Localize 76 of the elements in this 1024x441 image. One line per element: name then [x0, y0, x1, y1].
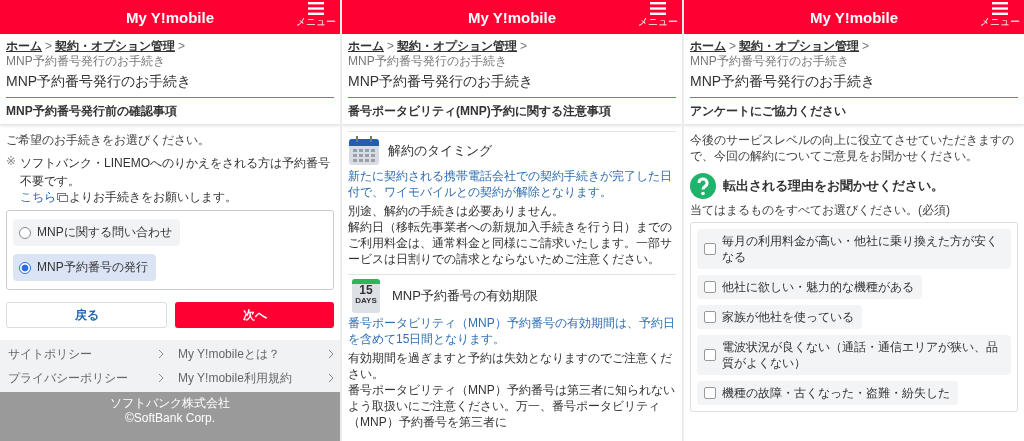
section-title: MNP予約番号発行前の確認事項 — [0, 98, 340, 124]
breadcrumb-separator: > — [45, 39, 52, 54]
page-title: MNP予約番号発行のお手続き — [690, 71, 1018, 98]
menu-icon — [308, 2, 324, 15]
back-button[interactable]: 戻る — [6, 302, 167, 328]
logo[interactable]: My Y!mobile — [467, 8, 557, 26]
checkbox[interactable] — [704, 281, 716, 293]
logo[interactable]: My Y!mobile — [809, 8, 899, 26]
radio-button[interactable] — [19, 261, 31, 274]
chevron-right-icon — [158, 349, 164, 359]
footer-link[interactable]: My Y!mobileとは？ — [170, 342, 340, 366]
logo[interactable]: My Y!mobile — [125, 8, 215, 26]
footer-link[interactable]: My Y!mobile利用規約 — [170, 366, 340, 390]
breadcrumb-current: MNP予約番号発行のお手続き — [6, 54, 165, 69]
calendar-icon — [348, 136, 380, 166]
notice-heading: MNP予約番号の有効期限 — [392, 287, 538, 305]
notice-body-text: 番号ポータビリティ（MNP）予約番号は第三者に知られないよう取扱いにご注意ください。万一、番号ポータビリティ（MNP）予約番号を第三者に — [348, 382, 676, 430]
external-window-icon — [57, 192, 69, 202]
chevron-right-icon — [328, 349, 334, 359]
menu-button[interactable]: メニュー — [980, 2, 1020, 27]
section-title: アンケートにご協力ください — [684, 98, 1024, 124]
question-heading: 転出される理由をお聞かせください。 — [723, 177, 944, 195]
notice-body-text: 別途、解約の手続きは必要ありません。 — [348, 203, 565, 219]
checkbox[interactable] — [704, 349, 716, 361]
copyright-text: ソフトバンク株式会社 — [110, 396, 230, 411]
breadcrumb-separator: > — [520, 39, 528, 54]
page-title: MNP予約番号発行のお手続き — [6, 71, 334, 98]
next-button[interactable]: 次へ — [175, 302, 334, 328]
breadcrumb-separator: > — [729, 39, 736, 54]
note-text: よりお手続きをお願いします。 — [69, 189, 238, 205]
footer-link[interactable]: サイトポリシー — [0, 342, 170, 366]
breadcrumb-separator: > — [178, 39, 186, 54]
breadcrumb-separator: > — [862, 39, 870, 54]
checkbox[interactable] — [704, 311, 716, 323]
radio-option[interactable]: MNP予約番号の発行 — [13, 254, 156, 281]
breadcrumb-current: MNP予約番号発行のお手続き — [348, 54, 507, 69]
breadcrumb-link[interactable]: 契約・オプション管理 — [397, 39, 517, 54]
menu-icon — [992, 2, 1008, 15]
checkbox-option[interactable]: 家族が他社を使っている — [697, 305, 862, 329]
copyright-text: ©SoftBank Corp. — [124, 411, 216, 426]
breadcrumb-link[interactable]: 契約・オプション管理 — [55, 39, 175, 54]
breadcrumb-link[interactable]: ホーム — [348, 39, 384, 54]
notice-heading: 解約のタイミング — [388, 142, 492, 160]
checkbox[interactable] — [704, 243, 716, 255]
breadcrumb-current: MNP予約番号発行のお手続き — [690, 54, 849, 69]
radio-button[interactable] — [19, 226, 31, 239]
note-mark: ※ — [6, 153, 17, 170]
breadcrumb-link[interactable]: ホーム — [6, 39, 42, 54]
notice-body-text: 解約日（移転先事業者への新規加入手続きを行う日）までのご利用料金は、通常料金と同様にご請求いたします。一部サービスは日割りでの請求とならないためご注意ください。 — [348, 219, 673, 267]
chevron-right-icon — [328, 373, 334, 383]
checkbox-option[interactable]: 機種の故障・古くなった・盗難・紛失した — [697, 381, 958, 405]
breadcrumb-link[interactable]: ホーム — [690, 39, 726, 54]
question-hint: 当てはまるものをすべてお選びください。(必須) — [690, 202, 951, 218]
checkbox-option[interactable]: 毎月の利用料金が高い・他社に乗り換えた方が安くなる — [697, 229, 1011, 269]
here-link[interactable]: こちら — [20, 189, 57, 205]
radio-option[interactable]: MNPに関する問い合わせ — [13, 219, 180, 246]
survey-intro-text: 今後のサービスレベルの向上に役立てさせていただきますので、今回の解約についてご意見をお聞かせください。 — [690, 132, 1015, 164]
footer-link[interactable]: プライバシーポリシー — [0, 366, 170, 390]
breadcrumb-link[interactable]: 契約・オプション管理 — [739, 39, 859, 54]
checkbox[interactable] — [704, 387, 716, 399]
breadcrumb-separator: > — [387, 39, 394, 54]
notice-body-text: 有効期間を過ぎますと予約は失効となりますのでご注意ください。 — [348, 350, 673, 382]
checkbox-option[interactable]: 他社に欲しい・魅力的な機種がある — [697, 275, 922, 299]
checkbox-option[interactable]: 電波状況が良くない（通話・通信エリアが狭い、品質がよくない） — [697, 335, 1011, 375]
page-title: MNP予約番号発行のお手続き — [348, 71, 676, 98]
menu-icon — [650, 2, 666, 15]
menu-button[interactable]: メニュー — [296, 2, 336, 27]
chevron-right-icon — [158, 373, 164, 383]
note-text: ソフトバンク・LINEMOへのりかえをされる方は予約番号不要です。 — [20, 156, 331, 188]
notice-lead-text: 番号ポータビリティ（MNP）予約番号の有効期間は、予約日を含めて15日間となります。 — [348, 315, 676, 347]
calendar-icon: 15 DAYS — [352, 279, 380, 313]
instruction-text: ご希望のお手続きをお選びください。 — [6, 132, 211, 148]
question-mark-icon — [690, 173, 716, 199]
section-title: 番号ポータビリティ(MNP)予約に関する注意事項 — [342, 98, 682, 124]
menu-button[interactable]: メニュー — [638, 2, 678, 27]
notice-lead-text: 新たに契約される携帯電話会社での契約手続きが完了した日付で、ワイモバイルとの契約が解除となります。 — [348, 168, 673, 200]
